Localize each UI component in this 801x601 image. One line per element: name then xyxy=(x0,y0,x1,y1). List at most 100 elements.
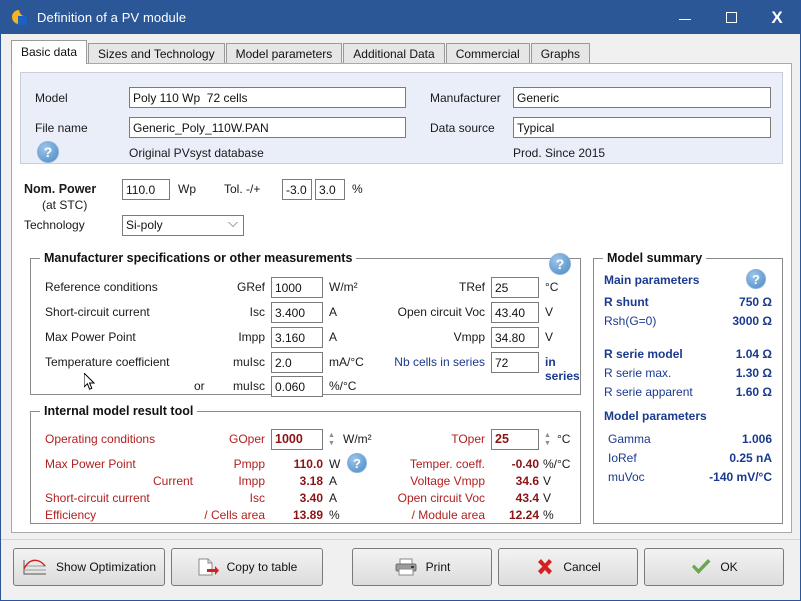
current-sublabel: Current xyxy=(153,474,193,488)
ioref-value: 0.25 nA xyxy=(674,451,772,465)
data-source-input[interactable] xyxy=(513,117,771,138)
pmpp-value: 110.0 xyxy=(269,457,323,471)
isc-input[interactable] xyxy=(271,302,323,323)
file-name-input[interactable] xyxy=(129,117,406,138)
tolerance-minus-input[interactable] xyxy=(282,179,312,200)
muisc-pct-unit: %/°C xyxy=(329,379,356,393)
copy-to-table-button[interactable]: Copy to table xyxy=(171,548,323,586)
impp-result-value: 3.18 xyxy=(269,474,323,488)
tab-bar: Basic data Sizes and Technology Model pa… xyxy=(11,41,790,64)
max-power-point-label: Max Power Point xyxy=(45,330,136,344)
tab-basic-data[interactable]: Basic data xyxy=(11,40,87,64)
tab-model-parameters[interactable]: Model parameters xyxy=(226,43,343,64)
module-area-efficiency-value: 12.24 xyxy=(475,508,539,522)
show-optimization-button[interactable]: Show Optimization xyxy=(13,548,165,586)
toper-spinner[interactable]: ▲▼ xyxy=(541,429,554,450)
nominal-power-input[interactable] xyxy=(122,179,170,200)
nominal-power-sublabel: (at STC) xyxy=(42,198,87,212)
voc-result-label: Open circuit Voc xyxy=(331,491,485,505)
voc-label: Open circuit Voc xyxy=(367,305,485,319)
manufacturer-label: Manufacturer xyxy=(430,91,501,105)
cancel-button[interactable]: Cancel xyxy=(498,548,638,586)
model-label: Model xyxy=(35,91,68,105)
r-serie-model-label: R serie model xyxy=(604,347,683,361)
tref-label: TRef xyxy=(367,280,485,294)
impp-symbol: Impp xyxy=(223,330,265,344)
model-parameters-heading: Model parameters xyxy=(604,409,707,423)
ok-button[interactable]: OK xyxy=(644,548,784,586)
toper-input[interactable]: 25 xyxy=(491,429,539,450)
toper-symbol: TOper xyxy=(367,432,485,446)
tolerance-label: Tol. -/+ xyxy=(224,182,260,196)
window-controls: X xyxy=(662,1,800,34)
file-name-label: File name xyxy=(35,121,88,135)
manufacturer-specs-help-icon[interactable]: ? xyxy=(549,253,571,275)
muisc-pct-input[interactable] xyxy=(271,376,323,397)
ioref-label: IoRef xyxy=(608,451,637,465)
voc-input[interactable] xyxy=(491,302,539,323)
isc-result-label: Short-circuit current xyxy=(45,491,150,505)
model-summary-group: Model summary Main parameters ? R shunt … xyxy=(593,258,783,524)
muisc-pct-symbol: muIsc xyxy=(223,379,265,393)
muisc-ma-input[interactable] xyxy=(271,352,323,373)
rsh-g0-label: Rsh(G=0) xyxy=(604,314,656,328)
manufacturer-input[interactable] xyxy=(513,87,771,108)
muvoc-label: muVoc xyxy=(608,470,645,484)
maximize-button[interactable] xyxy=(708,1,754,34)
production-since-note: Prod. Since 2015 xyxy=(513,146,605,160)
isc-result-value: 3.40 xyxy=(269,491,323,505)
nominal-power-unit: Wp xyxy=(178,182,196,196)
tolerance-plus-input[interactable] xyxy=(315,179,345,200)
mpp-label: Max Power Point xyxy=(45,457,136,471)
close-icon: X xyxy=(771,9,782,26)
close-button[interactable]: X xyxy=(754,1,800,34)
manufacturer-specifications-title: Manufacturer specifications or other mea… xyxy=(40,251,356,265)
technology-select[interactable]: Si-poly xyxy=(122,215,244,236)
technology-label: Technology xyxy=(24,218,85,232)
gref-input[interactable] xyxy=(271,277,323,298)
pmpp-symbol: Pmpp xyxy=(211,457,265,471)
tab-graphs[interactable]: Graphs xyxy=(531,43,590,64)
gref-symbol: GRef xyxy=(223,280,265,294)
gamma-value: 1.006 xyxy=(674,432,772,446)
goper-input[interactable]: 1000 xyxy=(271,429,323,450)
internal-model-result-group: Internal model result tool Operating con… xyxy=(30,411,581,524)
vmpp-input[interactable] xyxy=(491,327,539,348)
goper-spinner[interactable]: ▲▼ xyxy=(325,429,338,450)
print-button[interactable]: Print xyxy=(352,548,492,586)
nb-cells-input[interactable] xyxy=(491,352,539,373)
vmpp-unit: V xyxy=(545,330,553,344)
technology-select-value: Si-poly xyxy=(126,218,163,232)
impp-input[interactable] xyxy=(271,327,323,348)
minimize-button[interactable] xyxy=(662,1,708,34)
voc-result-unit: V xyxy=(543,491,551,505)
tab-sizes-and-technology[interactable]: Sizes and Technology xyxy=(88,43,225,64)
cells-area-symbol: / Cells area xyxy=(183,508,265,522)
isc-symbol: Isc xyxy=(223,305,265,319)
temper-coeff-label: Temper. coeff. xyxy=(331,457,485,471)
model-input[interactable] xyxy=(129,87,406,108)
database-note: Original PVsyst database xyxy=(129,146,264,160)
voltage-vmpp-value: 34.6 xyxy=(475,474,539,488)
main-parameters-heading: Main parameters xyxy=(604,273,699,287)
tab-content-basic-data: Model File name ? Original PVsyst databa… xyxy=(11,63,792,533)
pvsyst-icon xyxy=(12,10,28,26)
nb-cells-label: Nb cells in series xyxy=(367,355,485,369)
gref-unit: W/m² xyxy=(329,280,358,294)
tab-additional-data[interactable]: Additional Data xyxy=(343,43,444,64)
goper-symbol: GOper xyxy=(211,432,265,446)
vmpp-label: Vmpp xyxy=(367,330,485,344)
temper-coeff-unit: %/°C xyxy=(543,457,570,471)
tref-input[interactable] xyxy=(491,277,539,298)
model-summary-help-icon[interactable]: ? xyxy=(746,269,766,289)
temper-coeff-value: -0.40 xyxy=(475,457,539,471)
rsh-g0-value: 3000 Ω xyxy=(674,314,772,328)
muvoc-value: -140 mV/°C xyxy=(674,470,772,484)
model-summary-title: Model summary xyxy=(603,251,706,265)
toper-unit: °C xyxy=(557,432,570,446)
module-area-label: / Module area xyxy=(331,508,485,522)
help-icon[interactable]: ? xyxy=(37,141,59,163)
copy-document-icon xyxy=(197,557,219,577)
tab-commercial[interactable]: Commercial xyxy=(446,43,530,64)
chevron-down-icon xyxy=(228,222,237,227)
